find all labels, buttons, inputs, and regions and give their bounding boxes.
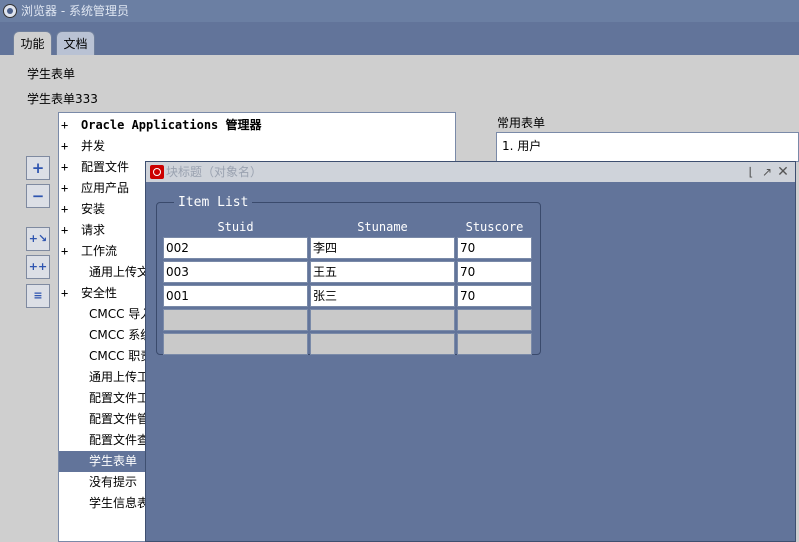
maximize-icon[interactable]: ↗ [760,164,774,180]
tree-expand-icon: + [61,286,69,300]
stuid-field[interactable]: 001 [163,285,308,307]
empty-cell[interactable] [457,333,532,355]
column-header-stuname: Stuname [357,220,408,234]
stuname-field[interactable]: 张三 [310,285,455,307]
item-list-label: Item List [174,195,253,210]
tree-item-label: 通用上传文 [89,265,150,279]
tree-item-label: 请求 [81,223,106,237]
tree-item-label: 安全性 [81,286,118,300]
expand-branch-icon: +↘ [28,232,48,245]
window-title: 浏览器 - 系统管理员 [21,4,129,18]
tree-item-label: 配置文件 [81,160,130,174]
tree-expand-icon: + [61,202,69,216]
tree-item-label: 学生信息表 [89,496,150,510]
tree-item-label: CMCC 系统 [89,328,153,342]
tree-expand-icon: + [61,118,69,132]
close-icon[interactable]: ✕ [776,164,790,180]
window-titlebar: 浏览器 - 系统管理员 [0,0,799,22]
tree-item-label: 配置文件工 [89,391,150,405]
tree-item-label: 学生表单 [89,454,138,468]
stuscore-field[interactable]: 70 [457,261,532,283]
collapse-all-icon: ≡ [33,289,43,302]
tab-documents[interactable]: 文档 [56,31,95,55]
tree-expand-icon: + [61,160,69,174]
column-header-stuid: Stuid [217,220,254,234]
tree-item-label: 工作流 [81,244,118,258]
favorites-item[interactable]: 1. 用户 [502,137,541,154]
form-heading: 学生表单 [27,67,76,81]
stuid-field[interactable]: 003 [163,261,308,283]
tree-item-label: 安装 [81,202,106,216]
favorites-label: 常用表单 [497,116,546,130]
empty-cell[interactable] [163,309,308,331]
browser-logo-icon [3,4,17,18]
column-header-stuscore: Stuscore [465,220,524,234]
plus-icon: + [31,159,45,177]
tree-item-label: CMCC 导入 [89,307,153,321]
favorites-list[interactable]: 1. 用户 [496,132,799,162]
block-window-title: 块标题（对象名） [166,165,263,179]
tree-item[interactable]: + 并发 [59,136,455,157]
tab-functions[interactable]: 功能 [13,31,52,55]
stuscore-field[interactable]: 70 [457,285,532,307]
empty-cell[interactable] [457,309,532,331]
tree-item-label: 配置文件查 [89,433,150,447]
stuid-field[interactable]: 002 [163,237,308,259]
oracle-logo-icon [150,165,164,179]
expand-all-icon: ++ [28,260,48,273]
expand-all-button[interactable]: ++ [26,255,50,279]
empty-cell[interactable] [310,309,455,331]
minus-icon: − [31,187,45,205]
tree-item-label: 应用产品 [81,181,130,195]
stuname-field[interactable]: 王五 [310,261,455,283]
collapse-all-button[interactable]: ≡ [26,284,50,308]
tree-expand-icon: + [61,223,69,237]
minimize-icon[interactable]: ⌊ [744,164,758,180]
tree-expand-icon: + [61,139,69,153]
tree-item-label: 配置文件管 [89,412,150,426]
tree-item[interactable]: 学生表单 [59,451,145,472]
tree-item[interactable]: + Oracle Applications 管理器 [59,115,455,136]
tree-item-label: Oracle Applications 管理器 [81,118,262,132]
tree-item-label: 通用上传工 [89,370,150,384]
form-subheading: 学生表单333 [27,92,98,106]
block-window-titlebar: 块标题（对象名） ⌊ ↗ ✕ [146,162,795,182]
stuscore-field[interactable]: 70 [457,237,532,259]
tree-item-label: 没有提示 [89,475,138,489]
tree-item-label: 并发 [81,139,106,153]
expand-branch-button[interactable]: +↘ [26,227,50,251]
empty-cell[interactable] [310,333,455,355]
tree-item-label: CMCC 职责 [89,349,153,363]
expand-button[interactable]: + [26,156,50,180]
empty-cell[interactable] [163,333,308,355]
tree-expand-icon: + [61,181,69,195]
tree-expand-icon: + [61,244,69,258]
stuname-field[interactable]: 李四 [310,237,455,259]
collapse-button[interactable]: − [26,184,50,208]
